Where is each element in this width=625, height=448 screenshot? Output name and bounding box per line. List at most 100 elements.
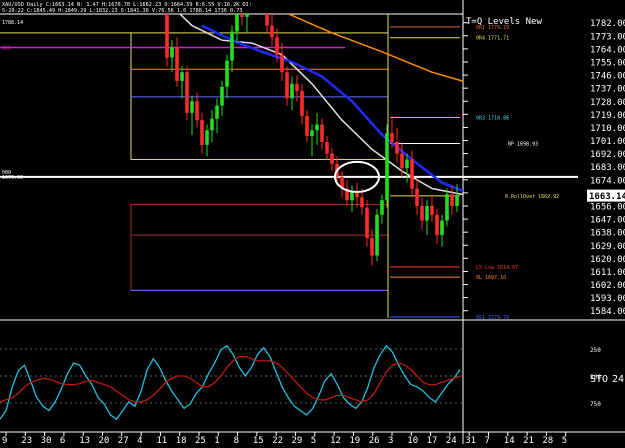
x-tick-label-18: 19 (349, 436, 360, 444)
candle-body-28 (270, 25, 274, 38)
x-tick-label-4: 13 (79, 436, 90, 444)
candle-body-51 (385, 133, 389, 201)
price-tick-label-3: 1755.00 (590, 59, 625, 69)
price-tick-label-17: 1629.00 (590, 242, 625, 252)
candle-body-64 (450, 194, 454, 206)
x-tick-label-2: 30 (41, 436, 52, 444)
candle-body-8 (170, 47, 174, 58)
price-tick-label-20: 1602.00 (590, 281, 625, 291)
x-tick-label-11: 1 (214, 436, 219, 444)
candle-body-14 (200, 120, 204, 145)
candle-body-58 (420, 206, 424, 221)
level-label-5: 0.RollOver 1662.92 (505, 194, 559, 200)
candle-body-19 (225, 60, 229, 87)
price-tick-label-7: 1719.00 (590, 111, 625, 121)
header-left-value: 1788.14 (2, 20, 23, 26)
candle-body-53 (395, 142, 399, 154)
candle-body-52 (390, 133, 394, 142)
candle-body-56 (410, 159, 414, 189)
candle-body-40 (330, 153, 334, 164)
candle-body-10 (180, 72, 184, 81)
price-tick-label-14: 1656.00 (590, 203, 625, 213)
x-tick-label-8: 11 (156, 436, 167, 444)
candle-body-38 (320, 124, 324, 142)
chart-canvas: 0R1 1779.190R4 1771.710R3 1716.86BP 1698… (0, 0, 625, 446)
candle-body-9 (175, 47, 179, 81)
candle-body-63 (445, 194, 449, 221)
candle-body-15 (205, 130, 209, 145)
x-tick-label-16: 5 (311, 436, 316, 444)
left-label-1: 000 (2, 170, 11, 176)
moving-average-2 (201, 24, 463, 193)
x-tick-label-29: 5 (562, 436, 567, 444)
candle-body-13 (195, 101, 199, 121)
chart-window: 0R1 1779.19 0R4 1771.71 0R3 1716.86 BP 1698… (0, 0, 625, 446)
x-tick-label-19: 26 (369, 436, 380, 444)
candle-body-11 (185, 72, 189, 113)
x-tick-label-28: 28 (542, 436, 553, 444)
candle-body-65 (455, 195, 459, 206)
candle-body-47 (365, 207, 369, 238)
osc-tick-label-2: 750 (590, 401, 601, 408)
x-tick-label-22: 17 (427, 436, 438, 444)
last-price-label: 1663.14 (589, 192, 625, 202)
candle-body-34 (300, 91, 304, 116)
candle-body-16 (210, 118, 214, 131)
x-tick-label-0: 9 (2, 436, 7, 444)
price-tick-label-10: 1692.00 (590, 150, 625, 160)
price-tick-label-22: 1584.00 (590, 307, 625, 317)
osc-name: STO (590, 374, 608, 385)
plot-title: T=Q Levels New (466, 17, 542, 27)
candle-body-39 (325, 142, 329, 154)
x-tick-label-25: 7 (485, 436, 490, 444)
x-tick-label-20: 3 (388, 436, 393, 444)
candle-body-35 (305, 115, 309, 137)
price-tick-label-21: 1593.00 (590, 294, 625, 304)
candle-body-32 (290, 83, 294, 99)
candle-body-7 (165, 14, 169, 58)
price-tick-label-11: 1683.00 (590, 163, 625, 173)
candle-body-36 (310, 130, 314, 137)
level-label-8: 0S1 1579.70 (476, 315, 509, 321)
price-tick-label-4: 1746.00 (590, 72, 625, 82)
candle-body-37 (315, 124, 319, 131)
candle-body-18 (220, 86, 224, 106)
price-tick-label-9: 1701.00 (590, 137, 625, 147)
level-label-3: BP 1698.93 (508, 142, 538, 148)
price-tick-label-6: 1728.00 (590, 98, 625, 108)
candle-body-55 (405, 159, 409, 169)
candle-body-31 (285, 72, 289, 99)
x-tick-label-13: 15 (253, 436, 264, 444)
level-label-2: 0R3 1716.86 (476, 115, 509, 121)
candle-body-59 (425, 206, 429, 221)
candle-body-33 (295, 83, 299, 92)
candle-body-54 (400, 153, 404, 169)
candle-body-48 (370, 238, 374, 256)
x-tick-label-14: 22 (272, 436, 283, 444)
x-tick-label-7: 4 (137, 436, 142, 444)
level-box-lower (130, 204, 389, 291)
moving-average-0 (286, 14, 463, 82)
price-tick-label-16: 1638.00 (590, 229, 625, 239)
x-tick-label-9: 18 (176, 436, 187, 444)
candle-body-46 (360, 197, 364, 208)
x-tick-label-6: 27 (118, 436, 129, 444)
price-tick-label-1: 1773.00 (590, 32, 625, 42)
candle-body-17 (215, 105, 219, 119)
x-tick-label-3: 6 (60, 436, 65, 444)
x-tick-label-23: 24 (446, 436, 457, 444)
x-tick-label-15: 29 (292, 436, 303, 444)
price-tick-label-12: 1674.00 (590, 176, 625, 186)
header-line-2: 5-20-22 C:1845.49 H:1849.29 L:1832.23 O:… (2, 8, 242, 14)
candle-body-57 (415, 188, 419, 206)
x-tick-label-27: 21 (523, 436, 534, 444)
price-tick-label-2: 1764.00 (590, 45, 625, 55)
candle-body-44 (350, 191, 354, 201)
left-label-0: 816 (2, 45, 11, 51)
price-tick-label-5: 1737.00 (590, 85, 625, 95)
price-tick-label-15: 1647.00 (590, 216, 625, 226)
level-label-7: 0L 1607.10 (476, 275, 506, 281)
x-tick-label-17: 12 (330, 436, 341, 444)
candle-body-60 (430, 206, 434, 215)
x-tick-label-21: 10 (407, 436, 418, 444)
